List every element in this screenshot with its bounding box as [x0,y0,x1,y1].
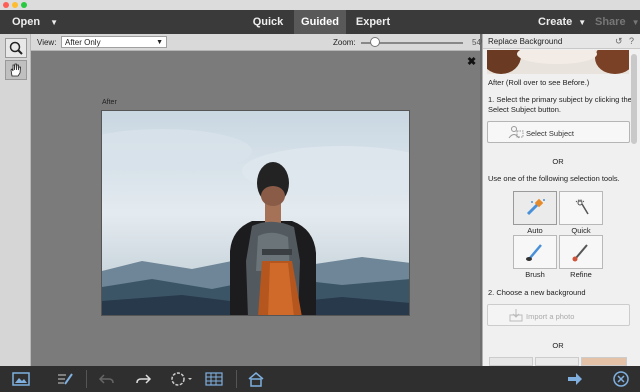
auto-selection-icon [526,198,545,216]
hiker-photo-image [102,111,409,315]
rotate-icon[interactable] [170,371,194,387]
auto-tool-label: Auto [527,226,543,235]
view-select-value: After Only [65,38,101,47]
view-label: View: [37,38,57,47]
tool-options-bar: View: After Only ▼ Zoom: 54% [31,34,488,51]
home-screen-icon[interactable] [247,371,265,387]
share-label: Share [595,16,626,28]
view-select[interactable]: After Only ▼ [61,36,167,48]
brush-selection-button[interactable] [513,235,557,269]
import-icon [509,309,523,322]
tool-options-icon[interactable] [56,371,74,387]
guided-panel: Replace Background ↺ ? After (Roll over … [482,34,640,366]
brush-icon [526,244,542,261]
brush-tool-label: Brush [525,270,545,279]
refine-tool-label: Refine [570,270,592,279]
preset-background-swatch[interactable] [581,357,627,366]
mode-bar: Open ▼ Quick Guided Expert Create ▼ Share ▼ [0,10,640,34]
toolbar-divider [86,370,87,388]
next-arrow-icon[interactable] [566,371,584,387]
minimize-window-dot[interactable] [12,2,18,8]
quick-tool-label: Quick [571,226,591,235]
hand-tool-button[interactable] [5,60,27,80]
import-photo-button[interactable]: Import a photo [487,304,630,326]
reset-icon[interactable]: ↺ [615,36,623,47]
chevron-down-icon: ▼ [631,18,640,27]
zoom-label: Zoom: [333,38,356,47]
zoom-slider-knob[interactable] [370,37,380,47]
document-photo[interactable] [101,110,410,316]
tools-panel [0,34,31,366]
chevron-down-icon: ▼ [156,39,163,46]
panel-title: Replace Background [488,37,563,46]
select-subject-label: Select Subject [526,129,574,138]
auto-selection-button[interactable] [513,191,557,225]
hand-icon [10,63,21,77]
subject-icon [508,126,524,139]
tab-quick[interactable]: Quick [244,10,292,34]
zoom-window-dot[interactable] [21,2,27,8]
help-icon[interactable]: ? [629,36,634,46]
quick-selection-button[interactable] [559,191,603,225]
redo-icon[interactable] [134,371,152,387]
after-image-label: After [102,99,117,106]
preview-thumbnail-image [487,50,629,74]
selection-tools-hint: Use one of the following selection tools… [488,174,620,183]
organize-icon[interactable] [205,371,223,387]
preset-background-swatch[interactable] [489,357,533,366]
refine-brush-icon [572,244,588,262]
panel-header: Replace Background ↺ ? [483,34,640,49]
chevron-down-icon: ▼ [578,18,587,27]
photo-bin-icon[interactable] [12,371,30,387]
step-2-instructions: 2. Choose a new background [488,288,586,297]
select-subject-button[interactable]: Select Subject [487,121,630,143]
panel-scrollbar[interactable] [631,54,637,144]
step-1-instructions: 1. Select the primary subject by clickin… [488,95,632,114]
tab-expert[interactable]: Expert [348,10,398,34]
cancel-circle-icon[interactable] [612,371,630,387]
zoom-tool-button[interactable] [5,38,27,58]
magnifier-icon [9,41,23,55]
close-window-dot[interactable] [3,2,9,8]
quick-selection-icon [575,199,589,215]
window-titlebar [0,0,640,10]
undo-icon[interactable] [98,371,116,387]
after-thumbnail[interactable] [487,50,629,74]
refine-selection-button[interactable] [559,235,603,269]
toolbar-divider [236,370,237,388]
create-menu[interactable]: Create ▼ [538,16,586,28]
bottom-taskbar [0,366,640,392]
tab-guided[interactable]: Guided [294,10,346,34]
close-document-icon[interactable]: ✖ [467,55,476,68]
or-divider-2: OR [552,341,564,350]
chevron-down-icon: ▼ [50,18,59,27]
create-label: Create [538,16,573,28]
or-divider: OR [552,157,564,166]
import-photo-label: Import a photo [526,312,575,321]
open-menu[interactable]: Open ▼ [12,16,58,28]
open-label: Open [12,16,41,28]
preset-background-swatch[interactable] [535,357,579,366]
after-hint: After (Roll over to see Before.) [488,78,590,87]
share-menu[interactable]: Share ▼ [595,16,640,28]
